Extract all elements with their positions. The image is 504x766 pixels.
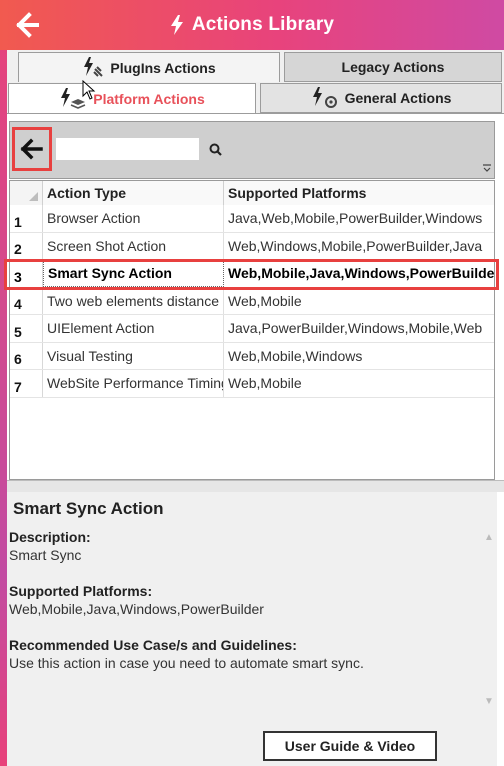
scroll-down-icon[interactable]: ▼ <box>484 696 494 707</box>
search-icon <box>209 143 222 156</box>
tab-legacy-actions[interactable]: Legacy Actions <box>284 52 502 82</box>
table-row[interactable]: 5 UIElement Action Java,PowerBuilder,Win… <box>10 315 494 343</box>
bolt-layers-icon <box>61 87 86 109</box>
cell-action-type: Smart Sync Action <box>43 260 224 287</box>
cell-supported-platforms: Web,Mobile <box>228 375 302 392</box>
bolt-gear-icon <box>312 87 337 108</box>
search-button[interactable] <box>208 142 224 158</box>
column-header-action-type[interactable]: Action Type <box>43 181 224 205</box>
tab-legacy-label: Legacy Actions <box>341 59 445 75</box>
table-header: Action Type Supported Platforms <box>10 181 494 205</box>
app-header: Actions Library <box>0 0 504 50</box>
tab-platform-label: Platform Actions <box>93 90 205 107</box>
platforms-text: Web,Mobile,Java,Windows,PowerBuilder <box>9 601 264 617</box>
cell-action-type: Visual Testing <box>43 342 224 369</box>
usecase-label: Recommended Use Case/s and Guidelines: <box>9 637 297 653</box>
cell-supported-platforms: Java,Web,Mobile,PowerBuilder,Windows <box>228 210 483 227</box>
table-row[interactable]: 6 Visual Testing Web,Mobile,Windows <box>10 342 494 370</box>
scroll-up-icon[interactable]: ▲ <box>484 532 494 543</box>
header-title-group: Actions Library <box>170 14 334 36</box>
search-back-button[interactable] <box>12 127 52 171</box>
side-accent-strip <box>0 0 7 766</box>
cell-supported-platforms: Web,Mobile,Java,Windows,PowerBuilder <box>228 265 495 282</box>
row-number: 5 <box>10 315 43 342</box>
table-row[interactable]: 1 Browser Action Java,Web,Mobile,PowerBu… <box>10 205 494 233</box>
description-label: Description: <box>9 529 91 545</box>
table-body: 1 Browser Action Java,Web,Mobile,PowerBu… <box>10 205 495 398</box>
table-corner[interactable] <box>10 181 43 205</box>
user-guide-button[interactable]: User Guide & Video <box>263 731 437 761</box>
row-number: 3 <box>10 260 43 287</box>
tab-platform-actions[interactable]: Platform Actions <box>8 83 256 113</box>
row-number: 4 <box>10 287 43 314</box>
actions-table: Action Type Supported Platforms 1 Browse… <box>9 180 495 480</box>
tab-general-label: General Actions <box>344 90 452 106</box>
page-title: Actions Library <box>191 14 335 35</box>
cell-action-type: Browser Action <box>43 205 224 232</box>
row-number: 1 <box>10 205 43 232</box>
platforms-label: Supported Platforms: <box>9 583 153 599</box>
arrow-left-icon <box>16 12 39 38</box>
row-number: 2 <box>10 232 43 259</box>
cell-action-type: Two web elements distance <box>43 287 224 314</box>
plug-bolt-icon <box>84 56 104 77</box>
toolbar-overflow-caret[interactable] <box>481 163 493 175</box>
search-input[interactable] <box>56 138 199 160</box>
cell-supported-platforms: Web,Mobile <box>228 292 302 309</box>
cell-supported-platforms: Web,Mobile,Windows <box>228 347 363 364</box>
header-back-button[interactable] <box>12 10 42 40</box>
lightning-bolt-icon <box>170 15 183 35</box>
table-row[interactable]: 7 WebSite Performance Timing Web,Mobile <box>10 370 494 398</box>
details-title: Smart Sync Action <box>13 499 164 518</box>
cell-supported-platforms: Web,Windows,Mobile,PowerBuilder,Java <box>228 237 483 254</box>
row-number: 6 <box>10 342 43 369</box>
cell-supported-platforms: Java,PowerBuilder,Windows,Mobile,Web <box>228 320 483 337</box>
cell-action-type: Screen Shot Action <box>43 232 224 259</box>
table-row[interactable]: 4 Two web elements distance Web,Mobile <box>10 287 494 315</box>
tab-plugins-label: PlugIns Actions <box>110 59 216 76</box>
panel-splitter[interactable] <box>7 480 504 492</box>
tab-plugins-actions[interactable]: PlugIns Actions <box>18 52 280 82</box>
table-row[interactable]: 2 Screen Shot Action Web,Windows,Mobile,… <box>10 232 494 260</box>
arrow-left-icon <box>20 138 43 160</box>
chevron-down-icon <box>483 164 491 172</box>
tab-general-actions[interactable]: General Actions <box>260 83 502 113</box>
description-text: Smart Sync <box>9 547 82 563</box>
column-header-supported-platforms[interactable]: Supported Platforms <box>224 181 494 205</box>
table-row-selected[interactable]: 3 Smart Sync Action Web,Mobile,Java,Wind… <box>10 260 495 288</box>
row-number: 7 <box>10 370 43 397</box>
cell-action-type: UIElement Action <box>43 315 224 342</box>
usecase-text: Use this action in case you need to auto… <box>9 655 364 671</box>
cell-action-type: WebSite Performance Timing <box>43 370 224 397</box>
